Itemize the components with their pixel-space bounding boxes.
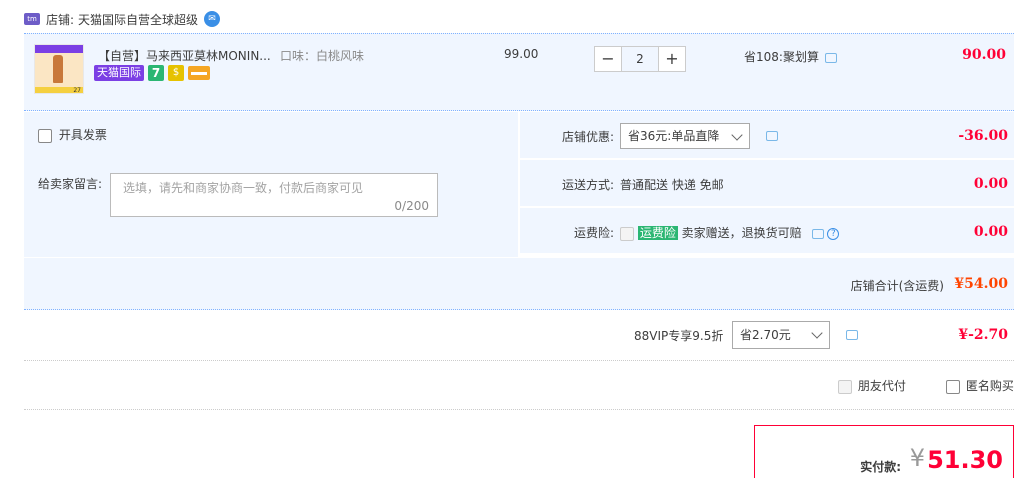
- product-thumbnail[interactable]: 27: [34, 44, 84, 94]
- chevron-down-icon: [811, 327, 823, 339]
- invoice-option[interactable]: 开具发票: [38, 126, 107, 143]
- memo-label: 给卖家留言:: [38, 177, 103, 191]
- tmall-global-badge: 天猫国际: [94, 65, 144, 81]
- invoice-checkbox[interactable]: [38, 128, 52, 143]
- shop-total-row: 店铺合计(含运费) ¥54.00: [24, 258, 1014, 310]
- friend-pay-checkbox[interactable]: [838, 379, 852, 394]
- insurance-label: 运费险:: [573, 226, 614, 240]
- shop-discount-select[interactable]: 省36元:单品直降: [620, 123, 750, 149]
- insurance-badge: 运费险: [637, 226, 678, 240]
- shop-discount-selected: 省36元:单品直降: [628, 129, 720, 143]
- insurance-row: 运费险: 运费险 卖家赠送，退换货可赔 ? 0.00: [520, 208, 1014, 253]
- vip-discount-row: 88VIP专享9.5折 省2.70元 ¥-2.70: [24, 311, 1014, 361]
- shop-discount-label: 店铺优惠:: [561, 130, 614, 144]
- genuine-guarantee-icon: $: [168, 65, 184, 81]
- shop-header: tm 店铺: 天猫国际自营全球超级 ✉: [24, 9, 221, 29]
- currency-symbol: ¥: [909, 444, 925, 472]
- quantity-minus-button[interactable]: −: [594, 46, 622, 72]
- insurance-value: 运费险 卖家赠送，退换货可赔 ?: [620, 224, 840, 241]
- item-total: 90.00: [962, 47, 1006, 63]
- payment-options-row: 朋友代付 匿名购买: [24, 362, 1014, 410]
- unit-price: 99.00: [504, 47, 539, 61]
- seven-day-return-icon: 7: [148, 65, 164, 81]
- chevron-down-icon: [731, 129, 743, 141]
- memo-textarea[interactable]: 选填，请先和商家协商一致，付款后商家可见 0/200: [110, 173, 438, 217]
- shipping-row: 运送方式: 普通配送 快递 免邮 0.00: [520, 160, 1014, 208]
- quantity-input[interactable]: 2: [622, 46, 658, 72]
- payment-label: 实付款:: [860, 460, 901, 474]
- quantity-stepper: − 2 +: [594, 46, 686, 72]
- quantity-plus-button[interactable]: +: [658, 46, 686, 72]
- credit-card-icon: [188, 66, 210, 80]
- vip-amount: ¥-2.70: [958, 327, 1008, 343]
- invoice-label: 开具发票: [58, 128, 107, 142]
- shop-label: 店铺:: [46, 12, 75, 27]
- shipping-label: 运送方式:: [561, 178, 614, 192]
- wangwang-chat-icon[interactable]: ✉: [204, 11, 221, 27]
- vip-label: 88VIP专享9.5折: [634, 329, 724, 343]
- memo-placeholder: 选填，请先和商家协商一致，付款后商家可见: [123, 181, 364, 195]
- payment-amount: 51.30: [927, 446, 1003, 474]
- product-badges: 天猫国际 7 $: [94, 65, 210, 81]
- insurance-text: 卖家赠送，退换货可赔: [681, 226, 802, 240]
- order-options-right: 店铺优惠: 省36元:单品直降 -36.00 运送方式: 普通配送 快递 免邮 …: [520, 112, 1014, 253]
- item-saving-text: 省108:聚划算: [744, 50, 819, 64]
- comment-icon[interactable]: [766, 131, 778, 141]
- anonymous-option[interactable]: 匿名购买: [946, 377, 1014, 394]
- friend-pay-label: 朋友代付: [857, 379, 906, 393]
- item-saving: 省108:聚划算: [744, 48, 837, 65]
- shipping-value: 普通配送 快递 免邮: [620, 178, 724, 192]
- vip-selected: 省2.70元: [740, 328, 791, 342]
- tmall-icon: tm: [24, 13, 40, 25]
- insurance-checkbox: [620, 226, 634, 241]
- payment-summary: 实付款: ¥ 51.30: [754, 425, 1014, 478]
- cart-item-row: 27 【自营】马来西亚莫林MONIN... 口味：白桃风味 天猫国际 7 $ 9…: [24, 33, 1014, 111]
- help-icon[interactable]: ?: [827, 227, 840, 240]
- memo-counter: 0/200: [394, 199, 429, 213]
- anonymous-label: 匿名购买: [965, 379, 1014, 393]
- thumbnail-tag: 27: [35, 87, 83, 93]
- shop-name[interactable]: 天猫国际自营全球超级: [78, 11, 198, 28]
- shop-total-label: 店铺合计(含运费): [850, 279, 944, 293]
- shop-total-amount: ¥54.00: [954, 276, 1008, 292]
- shop-discount-row: 店铺优惠: 省36元:单品直降 -36.00: [520, 112, 1014, 160]
- shipping-amount: 0.00: [973, 176, 1008, 192]
- shop-discount-amount: -36.00: [958, 128, 1008, 144]
- comment-icon[interactable]: [824, 52, 837, 63]
- vip-select[interactable]: 省2.70元: [732, 321, 830, 349]
- anonymous-checkbox[interactable]: [946, 379, 960, 394]
- comment-icon[interactable]: [811, 228, 824, 239]
- comment-icon[interactable]: [846, 330, 858, 340]
- insurance-amount: 0.00: [973, 224, 1008, 240]
- product-title[interactable]: 【自营】马来西亚莫林MONIN...: [98, 47, 271, 64]
- product-sku: 口味：白桃风味: [280, 49, 365, 63]
- friend-pay-option[interactable]: 朋友代付: [838, 377, 906, 394]
